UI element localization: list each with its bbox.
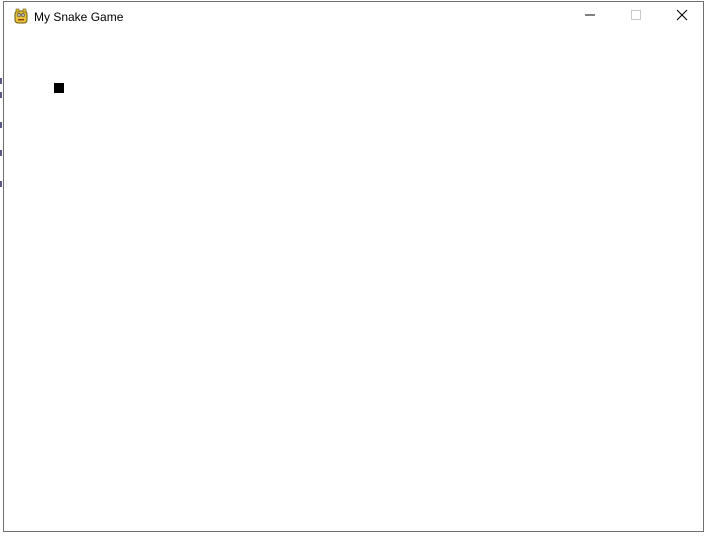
game-window: My Snake Game: [3, 1, 704, 532]
game-canvas[interactable]: [4, 32, 703, 531]
snake-head: [54, 83, 64, 93]
maximize-button[interactable]: [613, 2, 659, 32]
desktop-fragment: [0, 181, 2, 187]
desktop-fragment: [0, 122, 2, 128]
desktop-fragment: [0, 150, 2, 156]
desktop-fragment: [0, 92, 2, 98]
minimize-icon: [584, 8, 596, 26]
title-bar[interactable]: My Snake Game: [4, 2, 703, 32]
close-icon: [676, 8, 688, 26]
window-title: My Snake Game: [34, 10, 124, 24]
desktop-fragment: [0, 78, 2, 84]
minimize-button[interactable]: [567, 2, 613, 32]
close-button[interactable]: [659, 2, 705, 32]
pygame-snake-icon[interactable]: [13, 8, 29, 24]
maximize-icon: [630, 8, 642, 26]
